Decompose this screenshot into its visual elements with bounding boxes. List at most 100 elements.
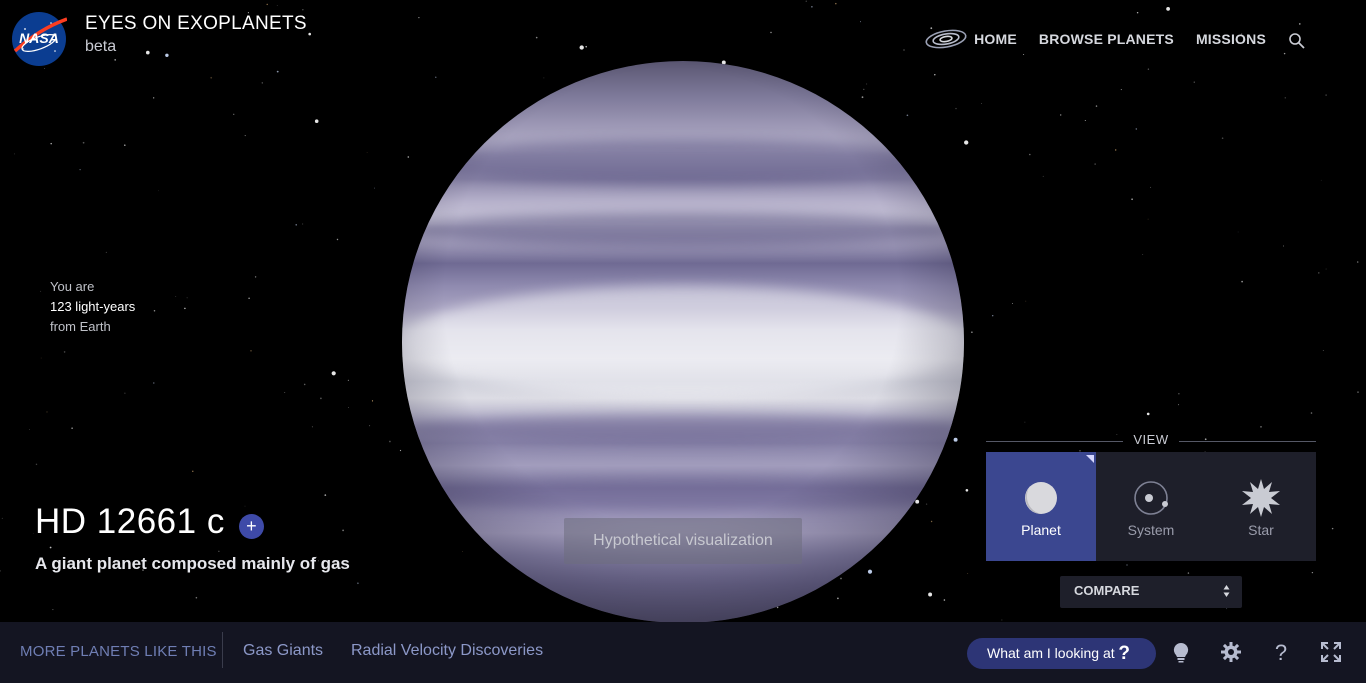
star-dot [1226, 608, 1228, 610]
star-dot [46, 411, 48, 413]
star-dot [1193, 81, 1195, 83]
star-dot [967, 573, 969, 574]
star-dot [35, 463, 38, 466]
link-radial-velocity[interactable]: Radial Velocity Discoveries [351, 642, 543, 660]
star-dot [153, 309, 156, 312]
star-dot [314, 119, 319, 123]
star-dot [1136, 11, 1139, 14]
star-dot [1283, 52, 1286, 55]
star-dot [374, 187, 375, 189]
star-dot [418, 16, 420, 19]
star-dot [943, 599, 946, 601]
star-dot [195, 596, 198, 599]
app-title[interactable]: EYES ON EXOPLANETS [85, 13, 307, 35]
star-dot [52, 609, 54, 611]
footer-divider [222, 632, 223, 668]
nasa-logo-text: NASA [19, 30, 59, 46]
add-planet-button[interactable]: + [238, 513, 264, 539]
nasa-logo-icon[interactable]: NASA [11, 11, 67, 67]
star-dot [284, 392, 286, 393]
star-dot [1095, 105, 1098, 107]
active-corner-indicator [1086, 455, 1094, 463]
galaxy-icon[interactable] [924, 28, 968, 50]
hypothetical-visualization-label: Hypothetical visualization [564, 518, 802, 564]
star-dot [261, 82, 263, 84]
star-dot [248, 297, 250, 299]
app-subtitle: beta [85, 38, 117, 55]
star-dot [903, 49, 905, 51]
star-dot [1325, 94, 1327, 96]
fullscreen-icon[interactable] [1320, 641, 1342, 663]
system-icon [1134, 481, 1168, 515]
star-dot [49, 546, 52, 549]
star-dot [192, 470, 194, 472]
settings-gear-icon[interactable] [1220, 641, 1242, 663]
star-dot [71, 427, 73, 429]
star-dot [331, 371, 336, 376]
star-dot [1237, 231, 1239, 233]
star-dot [124, 144, 126, 146]
star-dot [1023, 53, 1025, 56]
star-dot [1283, 245, 1284, 247]
star-dot [535, 36, 538, 39]
help-icon[interactable]: ? [1270, 641, 1292, 663]
star-dot [585, 45, 587, 48]
star-dot [928, 592, 933, 597]
star-dot [1131, 198, 1133, 201]
star-dot [1166, 7, 1170, 11]
star-dot [250, 350, 252, 352]
star-dot [1320, 179, 1322, 181]
star-dot [861, 96, 864, 99]
lightbulb-icon[interactable] [1170, 641, 1192, 663]
dropdown-arrows-icon [1223, 585, 1230, 597]
what-am-i-looking-at-button[interactable]: What am I looking at ? [967, 638, 1156, 669]
star-dot [1135, 128, 1138, 130]
star-dot [991, 314, 994, 317]
compare-dropdown[interactable]: COMPARE [1060, 576, 1242, 608]
star-dot [964, 140, 969, 145]
star-dot [302, 9, 304, 11]
search-icon[interactable] [1288, 32, 1306, 50]
star-dot [1120, 89, 1122, 91]
nav-browse-planets[interactable]: BROWSE PLANETS [1039, 31, 1174, 47]
star-dot [0, 570, 1, 572]
star-dot [811, 5, 813, 8]
star-dot [357, 582, 359, 585]
star-dot [389, 440, 391, 443]
nav-home[interactable]: HOME [974, 31, 1017, 47]
star-dot [1178, 393, 1180, 395]
star-dot [32, 533, 34, 534]
star-dot [336, 238, 339, 241]
footer-bar: MORE PLANETS LIKE THIS Gas Giants Radial… [0, 622, 1366, 683]
star-dot [347, 379, 350, 382]
star-dot [462, 551, 463, 552]
star-dot [955, 107, 957, 110]
view-star-button[interactable]: Star [1206, 452, 1316, 561]
star-dot [295, 224, 297, 226]
star-dot [1150, 186, 1152, 188]
nav-missions[interactable]: MISSIONS [1196, 31, 1266, 47]
star-dot [82, 141, 85, 144]
link-gas-giants[interactable]: Gas Giants [243, 642, 323, 660]
star-dot [934, 74, 936, 76]
star-dot [1284, 97, 1286, 99]
star-dot [1001, 619, 1003, 621]
star-dot [186, 297, 188, 299]
star-dot [311, 426, 313, 428]
star-dot [124, 392, 126, 394]
star-dot [579, 45, 584, 50]
star-dot [50, 142, 52, 145]
planet-name: HD 12661 c [35, 502, 225, 541]
star-dot [1025, 300, 1027, 302]
star-dot [1187, 572, 1190, 574]
view-system-label: System [1127, 522, 1175, 538]
planet-name-row: HD 12661 c + [35, 502, 264, 542]
star-dot [866, 83, 868, 85]
view-system-button[interactable]: System [1096, 452, 1206, 561]
star-dot [1331, 527, 1334, 530]
star-dot [40, 290, 42, 292]
star-dot [114, 59, 117, 61]
view-planet-button[interactable]: Planet [986, 452, 1096, 561]
distance-info: You are 123 light-years from Earth [50, 277, 135, 337]
help-button-label: What am I looking at [987, 645, 1115, 661]
